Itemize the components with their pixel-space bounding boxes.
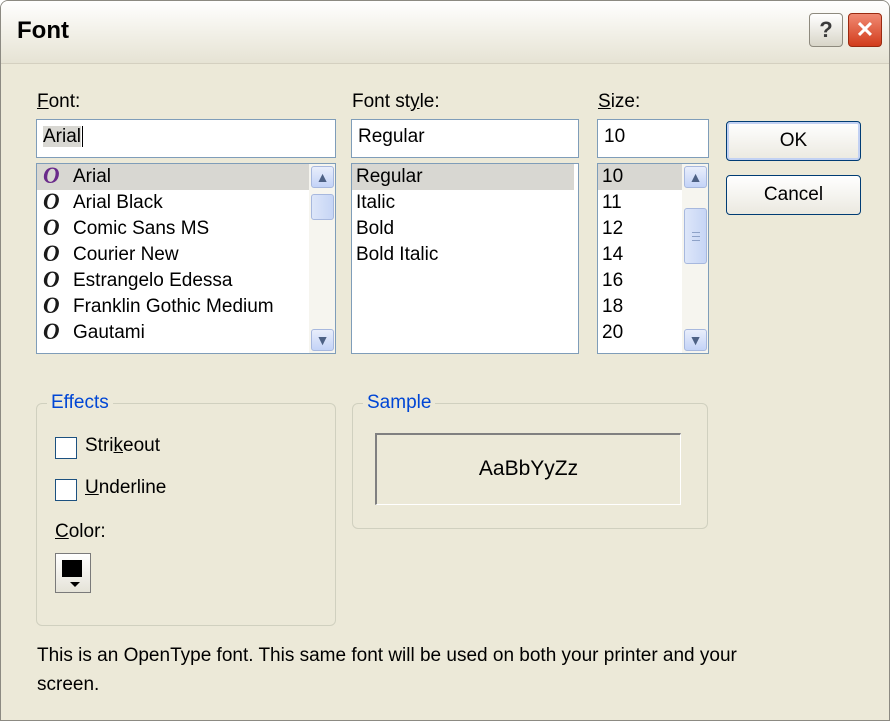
help-button[interactable]: ? <box>809 13 843 47</box>
color-label: Color: <box>55 521 106 542</box>
list-item-label: Arial Black <box>73 192 163 213</box>
list-item-label: 14 <box>602 244 624 265</box>
list-item-label: Comic Sans MS <box>73 218 210 239</box>
font-list[interactable]: O Arial O Arial Black O Comic Sans MS O Courier… <box>36 163 336 354</box>
list-item-label: Italic <box>356 192 396 213</box>
opentype-icon: O <box>43 268 60 292</box>
opentype-icon: O <box>43 242 60 266</box>
list-item-label: Bold Italic <box>356 244 439 265</box>
font-list-items: O Arial O Arial Black O Comic Sans MS O Courier… <box>37 164 309 346</box>
list-item-label: Courier New <box>73 244 179 265</box>
list-item[interactable]: Bold <box>352 216 574 242</box>
size-scroll-up-button[interactable]: ▲ <box>684 166 707 188</box>
list-item-label: Gautami <box>73 322 145 343</box>
size-list-items: 10 11 12 14 16 18 20 <box>598 164 682 346</box>
list-item-label: 16 <box>602 270 624 291</box>
list-item-label: Estrangelo Edessa <box>73 270 233 291</box>
window-title: Font <box>17 17 69 44</box>
list-item[interactable]: Regular <box>352 164 574 190</box>
font-style-input[interactable]: Regular <box>351 119 579 158</box>
font-style-list-items: Regular Italic Bold Bold Italic <box>352 164 574 268</box>
chevron-up-icon: ▲ <box>315 169 330 185</box>
close-button[interactable]: ✕ <box>848 13 882 47</box>
size-value: 10 <box>604 126 626 147</box>
chevron-up-icon: ▲ <box>688 169 703 185</box>
list-item[interactable]: 12 <box>598 216 682 242</box>
list-item-label: 18 <box>602 296 624 317</box>
opentype-icon: O <box>43 216 60 240</box>
size-list-scrollbar[interactable]: ▲ ▼ <box>682 164 708 353</box>
list-item[interactable]: 16 <box>598 268 682 294</box>
font-name-value: Arial <box>43 126 82 147</box>
font-style-label: Font style: <box>352 91 440 112</box>
underline-label[interactable]: Underline <box>85 477 166 499</box>
list-item[interactable]: 18 <box>598 294 682 320</box>
size-input[interactable]: 10 <box>597 119 709 158</box>
font-style-list[interactable]: Regular Italic Bold Bold Italic <box>351 163 579 354</box>
strikeout-checkbox[interactable] <box>55 437 77 459</box>
scroll-up-button[interactable]: ▲ <box>311 166 334 188</box>
list-item[interactable]: Bold Italic <box>352 242 574 268</box>
list-item-label: Franklin Gothic Medium <box>73 296 274 317</box>
font-name-input[interactable]: Arial <box>36 119 336 158</box>
text-caret <box>82 126 84 147</box>
size-list[interactable]: 10 11 12 14 16 18 20 ▲ ▼ <box>597 163 709 354</box>
grip-line <box>692 236 700 237</box>
strikeout-label[interactable]: Strikeout <box>85 435 160 457</box>
list-item[interactable]: O Gautami <box>37 320 309 346</box>
list-item[interactable]: Italic <box>352 190 574 216</box>
color-picker-button[interactable] <box>55 553 91 593</box>
size-scroll-thumb[interactable] <box>684 208 707 264</box>
list-item[interactable]: O Courier New <box>37 242 309 268</box>
font-dialog: Font ? ✕ Font: Arial O Arial O Arial Black O… <box>0 0 890 721</box>
color-swatch <box>62 560 82 577</box>
list-item-label: 20 <box>602 322 624 343</box>
underline-checkbox[interactable] <box>55 479 77 501</box>
font-style-value: Regular <box>358 126 425 147</box>
font-description: This is an OpenType font. This same font… <box>37 645 737 695</box>
list-item[interactable]: O Comic Sans MS <box>37 216 309 242</box>
list-item[interactable]: O Arial Black <box>37 190 309 216</box>
list-item[interactable]: 20 <box>598 320 682 346</box>
chevron-down-icon: ▼ <box>688 332 703 348</box>
grip-line <box>692 232 700 233</box>
list-item-label: 12 <box>602 218 624 239</box>
grip-line <box>692 240 700 241</box>
list-item[interactable]: 10 <box>598 164 682 190</box>
chevron-down-icon: ▼ <box>315 332 330 348</box>
sample-legend: Sample <box>363 392 436 414</box>
list-item[interactable]: O Arial <box>37 164 309 190</box>
opentype-icon: O <box>43 294 60 318</box>
list-item[interactable]: O Estrangelo Edessa <box>37 268 309 294</box>
scroll-down-button[interactable]: ▼ <box>311 329 334 351</box>
ok-button[interactable]: OK <box>726 121 861 161</box>
opentype-icon: O <box>43 190 60 214</box>
cancel-button[interactable]: Cancel <box>726 175 861 215</box>
close-icon: ✕ <box>855 17 875 42</box>
list-item-label: 11 <box>602 192 622 213</box>
list-item-label: Arial <box>73 166 112 187</box>
opentype-icon: O <box>43 164 60 188</box>
list-item[interactable]: 14 <box>598 242 682 268</box>
size-scroll-down-button[interactable]: ▼ <box>684 329 707 351</box>
list-item[interactable]: O Franklin Gothic Medium <box>37 294 309 320</box>
list-item-label: 10 <box>602 166 624 187</box>
list-item[interactable]: 11 <box>598 190 682 216</box>
font-label: Font: <box>37 91 81 112</box>
list-item-label: Bold <box>356 218 395 239</box>
dropdown-arrow-icon <box>70 582 80 587</box>
sample-preview: AaBbYyZz <box>375 433 681 505</box>
title-bar[interactable]: Font ? ✕ <box>1 1 889 64</box>
opentype-icon: O <box>43 320 60 344</box>
size-label: Size: <box>598 91 641 112</box>
list-item-label: Regular <box>356 166 423 187</box>
help-icon: ? <box>819 17 833 42</box>
scroll-thumb[interactable] <box>311 194 334 220</box>
effects-legend: Effects <box>47 392 113 414</box>
font-list-scrollbar[interactable]: ▲ ▼ <box>309 164 335 353</box>
